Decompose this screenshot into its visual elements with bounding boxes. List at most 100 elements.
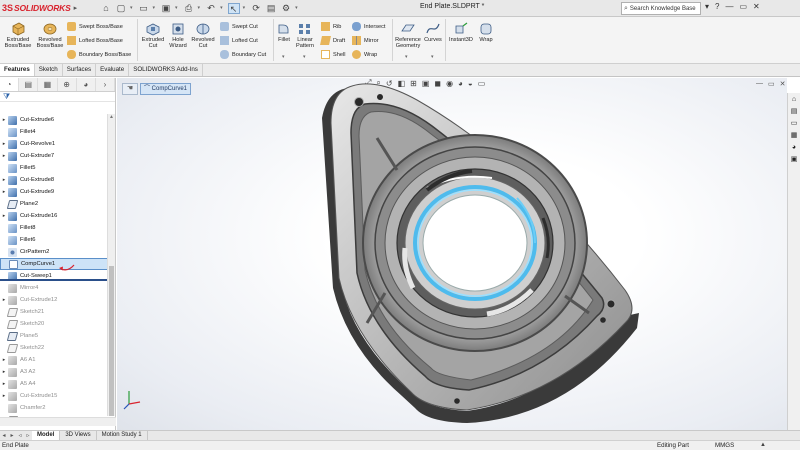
- solidworks-logo[interactable]: 3S SOLIDWORKS ▸: [0, 3, 92, 13]
- feature-tree-item[interactable]: ▸ Cut-Extrude6: [0, 114, 108, 126]
- minimize-button[interactable]: —: [725, 2, 733, 11]
- feature-tree-item[interactable]: Sketch21: [0, 306, 108, 318]
- last-tab-icon[interactable]: ▸: [8, 432, 16, 439]
- shell-button[interactable]: Shell: [321, 50, 345, 59]
- extruded-cut-button[interactable]: Extruded Cut: [139, 21, 167, 50]
- chevron-down-icon[interactable]: ▾: [295, 5, 298, 11]
- feature-tree-item[interactable]: Fillet6: [0, 234, 108, 246]
- mirror-button[interactable]: Mirror: [352, 36, 379, 45]
- breadcrumb-selected-feature[interactable]: ⌒ CompCurve1: [140, 83, 192, 95]
- feature-tree-item[interactable]: Plane5: [0, 330, 108, 342]
- lofted-boss-button[interactable]: Lofted Boss/Base: [67, 36, 123, 45]
- chevron-down-icon[interactable]: ▾: [153, 5, 156, 11]
- view-palette-icon[interactable]: ▦: [789, 131, 799, 141]
- chevron-down-icon[interactable]: ▾: [175, 5, 178, 11]
- revolved-boss-button[interactable]: Revolved Boss/Base: [35, 21, 65, 50]
- display-manager-tab-icon[interactable]: ◕: [77, 78, 96, 91]
- expand-arrow-icon[interactable]: ▸: [0, 297, 8, 303]
- feature-tree-item[interactable]: ▸ Cut-Extrude16: [0, 210, 108, 222]
- chevron-down-icon[interactable]: ▾: [220, 5, 223, 11]
- tab-surfaces[interactable]: Surfaces: [63, 64, 97, 76]
- save-icon[interactable]: ▣: [160, 3, 172, 14]
- boundary-cut-button[interactable]: Boundary Cut: [220, 50, 266, 59]
- menu-arrow-icon[interactable]: ▸: [74, 4, 78, 12]
- rollback-bar[interactable]: [0, 279, 108, 281]
- feature-tree-tab-icon[interactable]: ◔: [0, 78, 20, 91]
- feature-tree-item[interactable]: Sketch20: [0, 318, 108, 330]
- chevron-down-icon[interactable]: ▾: [405, 54, 408, 60]
- feature-tree-item[interactable]: CirPattern2: [0, 246, 108, 258]
- feature-tree-item[interactable]: ▸ Cut-Extrude12: [0, 294, 108, 306]
- status-units[interactable]: MMGS: [715, 441, 734, 450]
- custom-properties-icon[interactable]: ▣: [789, 155, 799, 165]
- expand-arrow-icon[interactable]: ▸: [0, 117, 8, 123]
- feature-tree-horizontal-scrollbar[interactable]: [0, 417, 116, 426]
- intersect-button[interactable]: Intersect: [352, 22, 385, 31]
- property-manager-tab-icon[interactable]: ▤: [19, 78, 39, 91]
- tab-features[interactable]: Features: [0, 64, 35, 76]
- feature-tree-item[interactable]: Fillet8: [0, 222, 108, 234]
- appearances-icon[interactable]: ◕: [789, 143, 799, 153]
- tab-scroll-right-icon[interactable]: ▹: [24, 432, 32, 439]
- instant3d-button[interactable]: Instant3D: [447, 21, 475, 43]
- feature-tree-item[interactable]: ▸ A5 A4: [0, 378, 108, 390]
- feature-tree-item[interactable]: ▸ Cut-Extrude8: [0, 174, 108, 186]
- wrap-button[interactable]: Wrap: [352, 50, 377, 59]
- linear-pattern-button[interactable]: Linear Pattern: [293, 21, 317, 50]
- design-library-icon[interactable]: ▤: [789, 107, 799, 117]
- help-icon[interactable]: ?: [715, 2, 719, 11]
- feature-tree-item[interactable]: ▸ Cut-Extrude7: [0, 150, 108, 162]
- dimxpert-tab-icon[interactable]: ⊕: [58, 78, 77, 91]
- first-tab-icon[interactable]: ◂: [0, 432, 8, 439]
- feature-tree-item[interactable]: Plane2: [0, 198, 108, 210]
- expand-arrow-icon[interactable]: ▸: [0, 369, 8, 375]
- expand-arrow-icon[interactable]: ▸: [0, 393, 8, 399]
- graphics-minimize-icon[interactable]: —: [756, 80, 763, 88]
- feature-tree-item[interactable]: ▸ A6 A1: [0, 354, 108, 366]
- revolved-cut-button[interactable]: Revolved Cut: [190, 21, 216, 50]
- select-cursor-icon[interactable]: ↖: [227, 2, 240, 14]
- feature-tree-item[interactable]: CompCurve1: [0, 258, 108, 270]
- chevron-down-icon[interactable]: ▾: [303, 54, 306, 60]
- status-expand-icon[interactable]: ▲: [760, 441, 766, 450]
- chevron-down-icon[interactable]: ▾: [282, 54, 285, 60]
- graphics-area[interactable]: ☚ ⌒ CompCurve1 ⤢ ⌕ ↺ ◧ ⊞ ▣ ◼ ◉ ◕ ◒ ▭: [117, 78, 787, 430]
- expand-arrow-icon[interactable]: ▸: [0, 153, 8, 159]
- feature-tree-item[interactable]: ▸ Cut-Revolve1: [0, 138, 108, 150]
- panel-expand-icon[interactable]: ›: [96, 78, 116, 91]
- feature-tree-scrollbar[interactable]: ▲: [107, 114, 115, 416]
- graphics-close-icon[interactable]: ✕: [780, 80, 786, 88]
- graphics-restore-icon[interactable]: ▭: [768, 80, 775, 88]
- configuration-manager-tab-icon[interactable]: ▦: [38, 78, 58, 91]
- filter-icon[interactable]: ⧩: [0, 92, 115, 102]
- tab-3d-views[interactable]: 3D Views: [60, 431, 97, 440]
- boundary-boss-button[interactable]: Boundary Boss/Base: [67, 50, 131, 59]
- chevron-down-icon[interactable]: ▾: [431, 54, 434, 60]
- feature-tree-item[interactable]: Chamfer2: [0, 402, 108, 414]
- open-folder-icon[interactable]: ▭: [138, 3, 150, 14]
- feature-tree-item[interactable]: Fillet5: [0, 162, 108, 174]
- feature-tree-item[interactable]: Fillet4: [0, 126, 108, 138]
- draft-button[interactable]: Draft: [320, 36, 345, 45]
- fillet-button[interactable]: Fillet: [275, 21, 293, 43]
- chevron-down-icon[interactable]: ▾: [198, 5, 201, 11]
- undo-icon[interactable]: ↶: [205, 3, 217, 14]
- search-knowledge-base-input[interactable]: ⌕ Search Knowledge Base: [621, 2, 701, 15]
- search-dropdown-icon[interactable]: ▾: [705, 2, 709, 11]
- wrap-large-button[interactable]: Wrap: [476, 21, 496, 43]
- scroll-up-icon[interactable]: ▲: [109, 114, 114, 120]
- feature-tree-item[interactable]: Mirror4: [0, 282, 108, 294]
- feature-tree-item[interactable]: ▸ A3 A2: [0, 366, 108, 378]
- tab-evaluate[interactable]: Evaluate: [96, 64, 130, 76]
- options-gear-icon[interactable]: ⚙: [280, 3, 292, 14]
- file-properties-icon[interactable]: ▤: [265, 3, 277, 14]
- expand-arrow-icon[interactable]: ▸: [0, 177, 8, 183]
- tab-model[interactable]: Model: [32, 431, 61, 440]
- file-explorer-icon[interactable]: ▭: [789, 119, 799, 129]
- feature-tree-item[interactable]: ▸ Cut-Extrude15: [0, 390, 108, 402]
- tab-sketch[interactable]: Sketch: [35, 64, 63, 76]
- feature-tree-item[interactable]: ▸ Cut-Extrude9: [0, 186, 108, 198]
- lofted-cut-button[interactable]: Lofted Cut: [220, 36, 258, 45]
- expand-arrow-icon[interactable]: ▸: [0, 381, 8, 387]
- scrollbar-thumb[interactable]: [109, 266, 114, 416]
